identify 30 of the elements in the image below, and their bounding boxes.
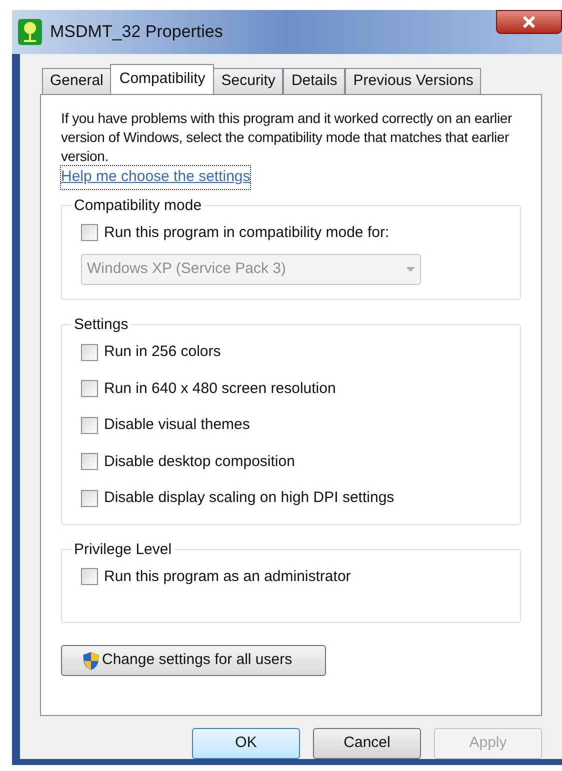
description-text: If you have problems with this program and it worked correctly on an earlier version of Windows, select the compatibility mode that matches that earlier version. <box>61 109 513 166</box>
checkbox-label: Run this program in compatibility mode for: <box>104 222 390 242</box>
checkbox-label: Run in 640 x 480 screen resolution <box>104 378 336 398</box>
checkbox[interactable] <box>81 380 98 398</box>
tree-icon <box>18 19 42 45</box>
checkbox[interactable] <box>81 490 98 507</box>
checkbox-label: Disable visual themes <box>104 415 250 435</box>
close-button[interactable] <box>496 10 562 34</box>
tab[interactable]: Details <box>283 68 346 94</box>
dropdown-arrow-icon <box>406 267 415 272</box>
tab[interactable]: General <box>42 68 112 94</box>
checkbox-label: Run in 256 colors <box>104 342 221 362</box>
checkbox[interactable] <box>81 568 98 586</box>
change-settings-button[interactable]: Change settings for all users <box>61 645 326 676</box>
checkbox[interactable] <box>81 453 98 470</box>
dialog-button[interactable]: OK <box>192 728 300 759</box>
checkbox-label: Disable desktop composition <box>104 452 295 472</box>
tab[interactable]: Security <box>213 68 284 94</box>
tab[interactable]: Compatibility <box>110 64 214 94</box>
checkbox[interactable] <box>81 224 98 242</box>
help-link[interactable]: Help me choose the settings <box>61 166 250 188</box>
close-icon <box>522 16 536 28</box>
window-title: MSDMT_32 Properties <box>50 21 223 44</box>
dialog-button[interactable]: Cancel <box>313 728 421 759</box>
checkbox[interactable] <box>81 416 98 434</box>
checkbox-label: Run this program as an administrator <box>104 566 351 586</box>
shield-icon <box>82 650 100 670</box>
checkbox[interactable] <box>81 344 98 361</box>
checkbox-label: Disable display scaling on high DPI settings <box>104 488 394 508</box>
tab[interactable]: Previous Versions <box>345 68 482 94</box>
